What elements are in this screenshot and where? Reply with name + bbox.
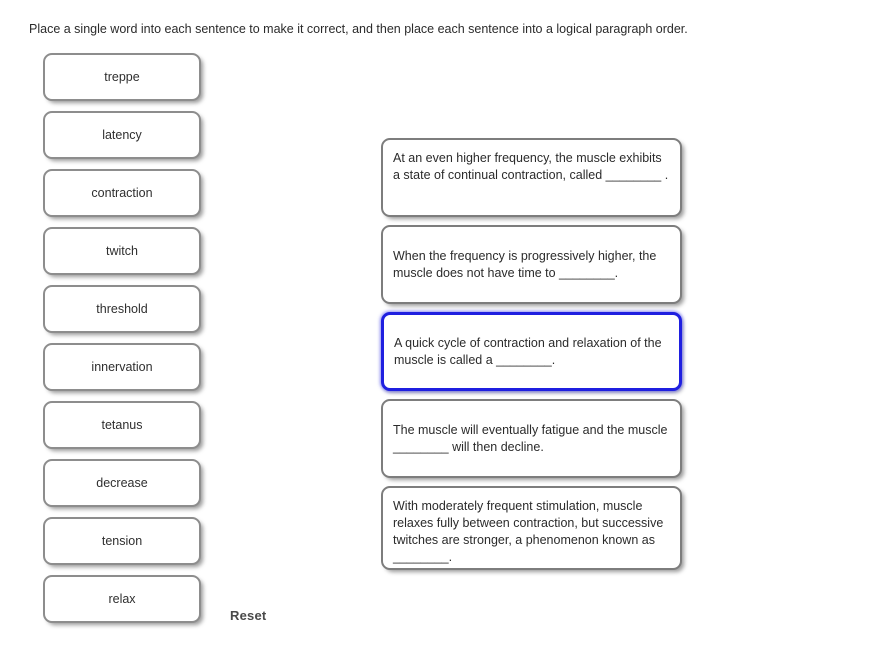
word-tile[interactable]: contraction xyxy=(43,169,201,217)
word-tile[interactable]: decrease xyxy=(43,459,201,507)
word-tile-label: innervation xyxy=(91,360,153,374)
sentence-text: A quick cycle of contraction and relaxat… xyxy=(394,335,662,367)
word-tile[interactable]: tetanus xyxy=(43,401,201,449)
word-tile[interactable]: relax xyxy=(43,575,201,623)
word-tile-label: latency xyxy=(102,128,142,142)
word-tile[interactable]: latency xyxy=(43,111,201,159)
word-tile[interactable]: innervation xyxy=(43,343,201,391)
word-tile[interactable]: threshold xyxy=(43,285,201,333)
word-tile-label: decrease xyxy=(96,476,148,490)
word-tile-label: relax xyxy=(108,592,136,606)
word-tile-label: tetanus xyxy=(101,418,143,432)
word-tile-label: twitch xyxy=(106,244,138,258)
sentence-box[interactable]: At an even higher frequency, the muscle … xyxy=(381,138,682,217)
word-tile-label: tension xyxy=(101,534,143,548)
sentence-text: At an even higher frequency, the muscle … xyxy=(393,151,669,182)
sentence-box[interactable]: When the frequency is progressively high… xyxy=(381,225,682,304)
word-tile-label: contraction xyxy=(91,186,153,200)
word-bank: treppe latency contraction twitch thresh… xyxy=(43,53,201,633)
sentence-box[interactable]: The muscle will eventually fatigue and t… xyxy=(381,399,682,478)
word-tile-label: threshold xyxy=(96,302,148,316)
sentence-list: At an even higher frequency, the muscle … xyxy=(381,138,682,570)
reset-button[interactable]: Reset xyxy=(230,608,266,623)
instruction-text: Place a single word into each sentence t… xyxy=(29,22,688,36)
sentence-text: With moderately frequent stimulation, mu… xyxy=(393,499,664,564)
sentence-box-selected[interactable]: A quick cycle of contraction and relaxat… xyxy=(381,312,682,391)
word-tile-label: treppe xyxy=(104,70,140,84)
sentence-box[interactable]: With moderately frequent stimulation, mu… xyxy=(381,486,682,570)
sentence-text: The muscle will eventually fatigue and t… xyxy=(393,422,668,454)
word-tile[interactable]: twitch xyxy=(43,227,201,275)
word-tile[interactable]: treppe xyxy=(43,53,201,101)
word-tile[interactable]: tension xyxy=(43,517,201,565)
sentence-text: When the frequency is progressively high… xyxy=(393,248,657,280)
